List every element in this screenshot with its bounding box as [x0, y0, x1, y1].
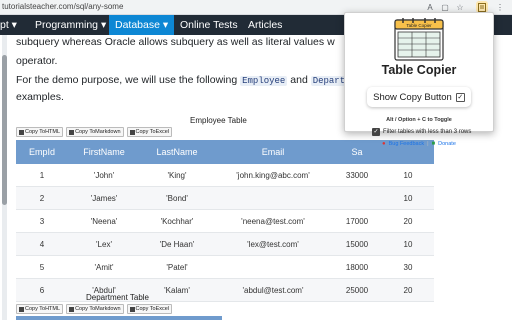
column-header: LastName — [140, 140, 214, 164]
excel-icon — [129, 129, 135, 135]
table-cell: 'Neena' — [68, 209, 140, 233]
svg-text:Table Copier: Table Copier — [406, 23, 432, 28]
filter-label: Filter tables with less than 3 rows — [383, 129, 472, 135]
html-icon — [19, 129, 24, 135]
table-row: 5 'Amit' 'Patel' 18000 30 — [16, 255, 434, 279]
markdown-icon — [69, 129, 75, 135]
page-scrollbar-thumb[interactable] — [2, 55, 7, 205]
department-copy-buttons: Copy ToHTML Copy ToMarkdown Copy ToExcel — [16, 304, 173, 314]
markdown-icon — [69, 306, 75, 312]
table-cell: 20 — [382, 278, 434, 302]
table-cell: 'Lex' — [68, 232, 140, 256]
table-row: 1 'John' 'King' 'john.king@abc.com' 3300… — [16, 164, 434, 187]
table-cell: 'De Haan' — [140, 232, 214, 256]
link-separator: | — [427, 141, 429, 147]
table-cell: 'Kochhar' — [140, 209, 214, 233]
copy-to-markdown-button[interactable]: Copy ToMarkdown — [66, 304, 124, 314]
table-row: 3 'Neena' 'Kochhar' 'neena@test.com' 170… — [16, 209, 434, 233]
table-cell: 'neena@test.com' — [214, 209, 332, 233]
shortcut-hint: Alt / Option + C to Toggle — [386, 117, 452, 123]
table-cell: 10 — [382, 186, 434, 210]
bug-feedback-link[interactable]: Bug Feedback — [389, 141, 424, 147]
article-line: operator. — [16, 55, 58, 67]
department-table-header — [16, 316, 222, 320]
table-row: 4 'Lex' 'De Haan' 'lex@test.com' 15000 1… — [16, 232, 434, 256]
table-cell: 'john.king@abc.com' — [214, 164, 332, 187]
column-header: Email — [214, 140, 332, 164]
html-icon — [19, 306, 24, 312]
table-copier-logo-icon: Table Copier — [394, 18, 444, 61]
excel-icon — [129, 306, 135, 312]
column-header: Sa — [332, 140, 382, 164]
column-header: EmpId — [16, 140, 68, 164]
table-cell: 'Patel' — [140, 255, 214, 279]
copy-to-excel-button[interactable]: Copy ToExcel — [126, 304, 173, 314]
table-cell: 'lex@test.com' — [214, 232, 332, 256]
copy-to-html-button[interactable]: Copy ToHTML — [16, 304, 64, 314]
table-cell: 10 — [382, 164, 434, 187]
column-header: FirstName — [68, 140, 140, 164]
table-row: 2 'James' 'Bond' 10 — [16, 186, 434, 210]
nav-item-scripts[interactable]: pt ▾ — [0, 15, 17, 35]
nav-item-programming[interactable]: Programming ▾ — [35, 15, 106, 35]
department-table-caption: Department Table — [86, 293, 149, 302]
table-cell: 'Amit' — [68, 255, 140, 279]
filter-option[interactable]: ✓ Filter tables with less than 3 rows — [372, 128, 471, 136]
copy-to-markdown-button[interactable]: Copy ToMarkdown — [66, 127, 124, 137]
nav-item-articles[interactable]: Articles — [248, 15, 282, 35]
donate-link[interactable]: Donate — [438, 141, 456, 147]
code-department: Depart — [310, 76, 348, 86]
table-header-row: EmpId FirstName LastName Email Sa — [16, 140, 434, 164]
employee-table: EmpId FirstName LastName Email Sa 1 'Joh… — [16, 140, 434, 302]
table-cell: 17000 — [332, 209, 382, 233]
table-cell: 6 — [16, 278, 68, 302]
table-cell: 'John' — [68, 164, 140, 187]
article-paragraph: For the demo purpose, we will use the fo… — [16, 74, 348, 86]
table-cell: 'James' — [68, 186, 140, 210]
table-cell: 'Kalam' — [140, 278, 214, 302]
table-cell — [214, 186, 332, 210]
table-cell: 'King' — [140, 164, 214, 187]
employee-table-caption: Employee Table — [190, 116, 247, 125]
article-line: subquery whereas Oracle allows subquery … — [16, 36, 335, 48]
toggle-label: Show Copy Button — [373, 91, 452, 103]
copy-to-html-button[interactable]: Copy ToHTML — [16, 127, 64, 137]
table-cell — [214, 255, 332, 279]
table-cell: 2 — [16, 186, 68, 210]
nav-item-online-tests[interactable]: Online Tests — [180, 15, 238, 35]
article-line: examples. — [16, 91, 64, 103]
table-cell: 18000 — [332, 255, 382, 279]
table-copier-popup: Table Copier Table Copier Show Copy Butt… — [344, 12, 494, 147]
show-copy-button-toggle[interactable]: Show Copy Button ✓ — [367, 87, 471, 107]
table-cell: 20 — [382, 209, 434, 233]
toggle-checkbox[interactable]: ✓ — [455, 92, 465, 102]
table-cell: 4 — [16, 232, 68, 256]
table-cell: 'Bond' — [140, 186, 214, 210]
table-cell: 33000 — [332, 164, 382, 187]
employee-copy-buttons: Copy ToHTML Copy ToMarkdown Copy ToExcel — [16, 127, 173, 137]
table-cell: 15000 — [332, 232, 382, 256]
bug-icon: ● — [382, 141, 386, 147]
table-row: 6 'Abdul' 'Kalam' 'abdul@test.com' 25000… — [16, 278, 434, 302]
url-text[interactable]: tutorialsteacher.com/sql/any-some — [2, 2, 123, 11]
table-cell — [332, 186, 382, 210]
table-cell: 1 — [16, 164, 68, 187]
table-cell: 10 — [382, 232, 434, 256]
popup-links: ● Bug Feedback | ■ Donate — [382, 141, 456, 147]
article-text: and — [287, 74, 311, 86]
copy-to-excel-button[interactable]: Copy ToExcel — [126, 127, 173, 137]
table-cell: 3 — [16, 209, 68, 233]
menu-dots-icon[interactable]: ⋮ — [494, 1, 506, 13]
code-employee: Employee — [240, 76, 288, 86]
popup-title: Table Copier — [381, 63, 457, 77]
table-cell: 'abdul@test.com' — [214, 278, 332, 302]
nav-item-database[interactable]: Database ▾ — [109, 15, 175, 35]
filter-checkbox[interactable]: ✓ — [372, 128, 380, 136]
table-cell: 30 — [382, 255, 434, 279]
table-cell: 5 — [16, 255, 68, 279]
donate-icon: ■ — [431, 141, 436, 147]
article-text: For the demo purpose, we will use the fo… — [16, 74, 241, 86]
table-cell: 25000 — [332, 278, 382, 302]
